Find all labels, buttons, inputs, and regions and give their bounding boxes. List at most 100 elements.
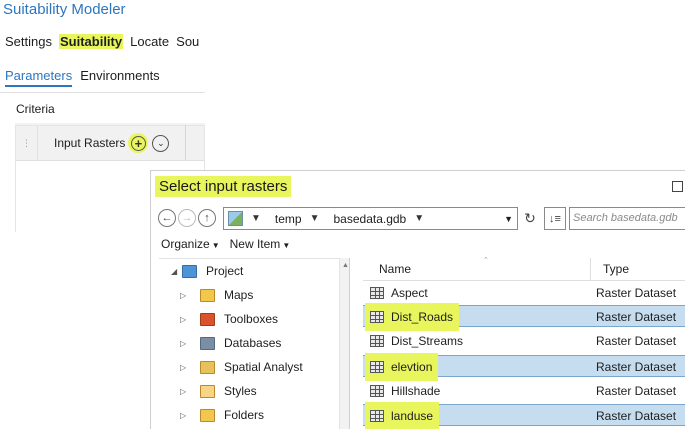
sort-indicator-icon: ⌃ — [483, 257, 489, 264]
chevron-down-icon[interactable]: ▼ — [414, 213, 424, 224]
tree-item-maps[interactable]: ▷ Maps — [180, 284, 253, 306]
caret-down-icon: ▼ — [211, 241, 220, 250]
new-item-label: New Item — [229, 237, 281, 251]
table-row[interactable]: Dist_Roads Raster Dataset — [363, 303, 685, 331]
raster-dataset-icon — [370, 361, 384, 373]
organize-menu[interactable]: Organize ▼ — [161, 237, 220, 251]
pane-splitter[interactable] — [349, 258, 350, 429]
collapse-arrow-icon[interactable]: ▷ — [180, 363, 186, 372]
tree-label: Databases — [224, 336, 282, 350]
chevron-down-icon[interactable]: ▼ — [251, 213, 261, 224]
row-type: Raster Dataset — [596, 409, 677, 423]
toolbox-icon — [200, 312, 215, 326]
select-input-rasters-dialog: Select input rasters ← → ↑ ▼ temp ▼ base… — [150, 170, 685, 429]
row-name: Aspect — [391, 286, 428, 300]
modeler-subtabs: Parameters Environments — [5, 68, 160, 87]
collapse-arrow-icon[interactable]: ▷ — [180, 411, 186, 420]
column-header-name[interactable]: Name — [379, 262, 411, 276]
row-name: landuse — [391, 409, 434, 423]
tree-item-styles[interactable]: ▷ Styles — [180, 380, 257, 402]
breadcrumb-temp[interactable]: temp — [275, 212, 302, 226]
table-row[interactable]: Hillshade Raster Dataset — [363, 380, 685, 402]
tab-locate[interactable]: Locate — [130, 34, 169, 49]
row-type: Raster Dataset — [596, 360, 677, 374]
map-location-icon — [228, 211, 243, 226]
forward-arrow-icon[interactable]: → — [178, 209, 196, 227]
collapse-arrow-icon[interactable]: ▷ — [180, 387, 186, 396]
styles-icon — [200, 384, 215, 398]
dialog-title: Select input rasters — [155, 176, 292, 197]
refresh-icon[interactable]: ↻ — [521, 207, 539, 230]
search-input[interactable]: Search basedata.gdb — [569, 207, 685, 230]
column-separator — [185, 125, 186, 160]
raster-dataset-icon — [370, 311, 384, 323]
table-row[interactable]: Aspect Raster Dataset — [363, 282, 685, 304]
database-icon — [200, 336, 215, 350]
drag-handle-icon[interactable]: ⋮ — [16, 126, 38, 160]
row-type: Raster Dataset — [596, 384, 677, 398]
table-row[interactable]: elevtion Raster Dataset — [363, 353, 685, 381]
scroll-up-icon[interactable]: ▲ — [342, 262, 349, 269]
tree-label: Spatial Analyst — [224, 360, 303, 374]
subtab-environments[interactable]: Environments — [80, 68, 159, 87]
back-arrow-icon[interactable]: ← — [158, 209, 176, 227]
path-breadcrumb[interactable]: ▼ temp ▼ basedata.gdb ▼ ▼ — [223, 207, 518, 230]
row-name-cell: landuse — [365, 402, 440, 429]
path-dropdown-icon[interactable]: ▼ — [504, 214, 513, 224]
collapse-arrow-icon[interactable]: ▷ — [180, 291, 186, 300]
tab-suitability[interactable]: Suitability — [58, 34, 124, 49]
tab-settings[interactable]: Settings — [5, 34, 52, 49]
items-grid: ⌃ Name Type Aspect Raster Dataset Dist_R… — [363, 257, 685, 429]
row-type: Raster Dataset — [596, 286, 677, 300]
tree-label: Toolboxes — [224, 312, 279, 326]
up-arrow-icon[interactable]: ↑ — [198, 209, 216, 227]
tree-scrollbar[interactable]: ▲ — [339, 258, 349, 429]
plus-circle-icon: + — [130, 135, 146, 151]
tree-label: Folders — [224, 408, 265, 422]
row-name-cell: Hillshade — [365, 380, 446, 402]
row-type: Raster Dataset — [596, 310, 677, 324]
row-name-cell: Dist_Roads — [365, 303, 460, 331]
tree-item-project[interactable]: ◢ Project — [171, 260, 243, 282]
column-header-type[interactable]: Type — [603, 262, 629, 276]
grid-header: ⌃ Name Type — [363, 257, 685, 281]
maximize-button[interactable] — [672, 181, 683, 192]
subtab-parameters[interactable]: Parameters — [5, 68, 73, 87]
organize-label: Organize — [161, 237, 210, 251]
tab-source[interactable]: Sou — [176, 34, 199, 49]
criteria-label: Criteria — [16, 102, 55, 116]
tree-label: Styles — [224, 384, 257, 398]
collapse-arrow-icon[interactable]: ▷ — [180, 315, 186, 324]
new-item-menu[interactable]: New Item ▼ — [230, 237, 291, 251]
folder-icon — [200, 408, 215, 422]
expand-arrow-icon[interactable]: ◢ — [171, 267, 177, 276]
chevron-down-icon[interactable]: ▼ — [310, 213, 320, 224]
collapse-arrow-icon[interactable]: ▷ — [180, 339, 186, 348]
row-type: Raster Dataset — [596, 334, 677, 348]
project-icon — [182, 264, 197, 278]
row-name: elevtion — [391, 360, 433, 374]
dialog-toolbar: Organize ▼ New Item ▼ — [161, 237, 300, 251]
column-separator[interactable] — [590, 258, 591, 281]
chevron-down-circle-icon[interactable]: ⌄ — [152, 134, 170, 152]
table-row[interactable]: Dist_Streams Raster Dataset — [363, 330, 685, 352]
row-name: Hillshade — [391, 384, 441, 398]
raster-dataset-icon — [370, 410, 384, 422]
row-name: Dist_Streams — [391, 334, 464, 348]
maps-folder-icon — [200, 288, 215, 302]
spatial-analyst-icon — [200, 360, 215, 374]
navigation-tree: ◢ Project ▷ Maps ▷ Toolboxes ▷ Databases… — [159, 258, 347, 429]
row-name-cell: elevtion — [365, 353, 439, 381]
modeler-tabs: Settings Suitability Locate Sou — [5, 34, 199, 49]
tree-item-databases[interactable]: ▷ Databases — [180, 332, 281, 354]
divider — [0, 92, 205, 93]
add-raster-button[interactable]: + — [128, 133, 149, 153]
row-name-cell: Dist_Streams — [365, 330, 469, 352]
table-row[interactable]: landuse Raster Dataset — [363, 402, 685, 429]
tree-item-toolboxes[interactable]: ▷ Toolboxes — [180, 308, 278, 330]
tree-item-spatial-analyst[interactable]: ▷ Spatial Analyst — [180, 356, 303, 378]
tree-item-folders[interactable]: ▷ Folders — [180, 404, 264, 426]
navigation-buttons: ← → ↑ — [158, 209, 218, 227]
breadcrumb-basedata[interactable]: basedata.gdb — [334, 212, 407, 226]
sort-icon[interactable]: ↓≡ — [544, 207, 566, 230]
